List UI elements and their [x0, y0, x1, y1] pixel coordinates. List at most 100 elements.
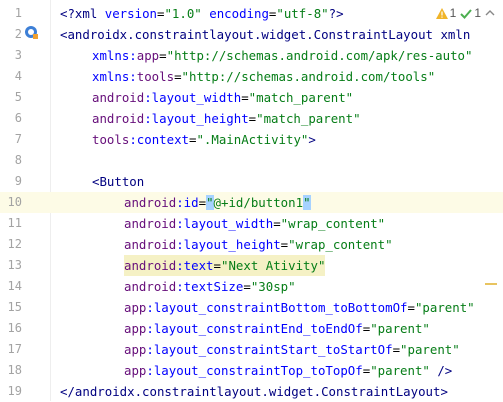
code-line[interactable]: 6 android:layout_height="match_parent" — [0, 108, 503, 129]
code-token: " — [303, 195, 311, 210]
code-token: "match_parent" — [256, 111, 361, 126]
code-line[interactable]: 8 — [0, 150, 503, 171]
line-number: 4 — [14, 69, 22, 83]
code-token: = — [248, 111, 257, 126]
code-line[interactable]: 2 <androidx.constraintlayout.widget.Const… — [0, 24, 503, 45]
code-token: "http://schemas.android.com/apk/res-auto… — [166, 48, 473, 63]
code-token: @+id/button1 — [213, 195, 304, 210]
code-line[interactable]: 19 </androidx.constraintlayout.widget.Con… — [0, 381, 503, 402]
code-token: app — [124, 321, 147, 336]
code-token: android — [124, 216, 177, 231]
code-token: <androidx.constraintlayout.widget.Constr… — [60, 27, 471, 42]
code-token: :layout_constraintTop_toTopOf — [146, 363, 363, 378]
code-token: android — [124, 258, 177, 273]
line-number: 14 — [7, 279, 22, 293]
code-line[interactable]: 12 android:layout_height="wrap_content" — [0, 234, 503, 255]
code-token: app — [124, 342, 147, 357]
code-line[interactable]: 14 android:textSize="30sp" — [0, 276, 503, 297]
chevron-up-icon[interactable] — [485, 8, 495, 18]
line-number: 11 — [7, 216, 22, 230]
code-token: = — [174, 69, 182, 84]
code-line[interactable]: 5 android:layout_width="match_parent" — [0, 87, 503, 108]
code-text: android:layout_height="match_parent" — [92, 108, 361, 129]
line-number: 15 — [7, 300, 22, 314]
code-text: <androidx.constraintlayout.widget.Constr… — [60, 24, 470, 45]
code-line[interactable]: 4 xmlns:tools="http://schemas.android.com… — [0, 66, 503, 87]
line-number: 1 — [14, 6, 22, 20]
code-token: "Next Ativity" — [221, 258, 326, 273]
code-token: "parent" — [370, 321, 430, 336]
code-token: "http://schemas.android.com/tools" — [181, 69, 436, 84]
code-text: android:textSize="30sp" — [124, 276, 296, 297]
line-number: 18 — [7, 363, 22, 377]
code-token: app — [124, 363, 147, 378]
code-token: = — [280, 237, 289, 252]
code-line[interactable]: 7 tools:context=".MainActivity"> — [0, 129, 503, 150]
line-number: 8 — [14, 153, 22, 167]
line-number: 19 — [7, 384, 22, 398]
line-number: 16 — [7, 321, 22, 335]
code-token: :layout_width — [144, 90, 242, 105]
code-token: = — [392, 342, 401, 357]
code-token: tools — [92, 132, 130, 147]
warning-triangle-icon — [435, 7, 448, 19]
code-token: <Button — [92, 174, 145, 189]
code-line[interactable]: 10 android:id="@+id/button1" — [0, 192, 503, 213]
code-token: > — [308, 132, 316, 147]
line-number: 12 — [7, 237, 22, 251]
weak-warnings-indicator[interactable]: 1 — [460, 6, 481, 20]
code-token: = — [407, 300, 415, 315]
code-text: android:text="Next Ativity" — [124, 255, 326, 276]
warnings-count: 1 — [449, 6, 457, 20]
code-token: android — [124, 237, 177, 252]
inspections-widget[interactable]: 1 1 — [435, 4, 495, 22]
check-icon — [460, 8, 473, 19]
code-token: :textSize — [176, 279, 244, 294]
code-text: xmlns:tools="http://schemas.android.com/… — [92, 66, 435, 87]
code-line[interactable]: 15 app:layout_constraintBottom_toBottomOf… — [0, 297, 503, 318]
code-line[interactable]: 3 xmlns:app="http://schemas.android.com/a… — [0, 45, 503, 66]
code-token: <?xml — [60, 6, 105, 21]
code-text: <Button — [92, 171, 144, 192]
code-token: android — [92, 111, 145, 126]
code-token: :layout_width — [176, 216, 274, 231]
code-text: xmlns:app="http://schemas.android.com/ap… — [92, 45, 472, 66]
code-token: "utf-8" — [276, 6, 329, 21]
code-token: ?> — [328, 6, 344, 21]
code-token: "wrap_content" — [280, 216, 386, 231]
code-token: :context — [129, 132, 189, 147]
code-text: tools:context=".MainActivity"> — [92, 129, 316, 150]
scrollbar-warning-marker[interactable] — [485, 283, 497, 285]
code-token: tools — [136, 69, 175, 84]
code-token: :layout_height — [144, 111, 249, 126]
code-text: android:id="@+id/button1" — [124, 192, 311, 213]
code-text: android:layout_width="match_parent" — [92, 87, 353, 108]
warnings-indicator[interactable]: 1 — [435, 6, 457, 20]
code-line[interactable]: 13 android:text="Next Ativity" — [0, 255, 503, 276]
code-token: :layout_constraintBottom_toBottomOf — [146, 300, 408, 315]
code-line[interactable]: 11 android:layout_width="wrap_content" — [0, 213, 503, 234]
code-token: app — [124, 300, 147, 315]
code-token: xmlns: — [92, 48, 137, 63]
weak-warnings-count: 1 — [474, 6, 481, 20]
line-number: 2 — [14, 27, 22, 41]
code-token: android — [124, 279, 177, 294]
code-token: " — [206, 195, 214, 210]
code-text: app:layout_constraintTop_toTopOf="parent… — [124, 360, 452, 381]
code-text: app:layout_constraintEnd_toEndOf="parent… — [124, 318, 430, 339]
code-line[interactable]: 9 <Button — [0, 171, 503, 192]
line-number: 7 — [14, 132, 22, 146]
code-token: ".MainActivity" — [196, 132, 309, 147]
code-line[interactable]: 16 app:layout_constraintEnd_toEndOf="pare… — [0, 318, 503, 339]
code-token: "parent" — [414, 300, 475, 315]
code-line[interactable]: 18 app:layout_constraintTop_toTopOf="pare… — [0, 360, 503, 381]
code-line[interactable]: 17 app:layout_constraintStart_toStartOf="… — [0, 339, 503, 360]
xml-code-editor[interactable]: 1 <?xml version="1.0" encoding="utf-8"?> 2… — [0, 0, 503, 401]
code-token: "30sp" — [250, 279, 296, 294]
code-line[interactable]: 1 <?xml version="1.0" encoding="utf-8"?> — [0, 3, 503, 24]
code-text: android:layout_width="wrap_content" — [124, 213, 385, 234]
code-text: app:layout_constraintStart_toStartOf="pa… — [124, 339, 460, 360]
line-number: 9 — [14, 174, 22, 188]
line-number: 10 — [7, 195, 22, 209]
code-token: = — [159, 48, 167, 63]
